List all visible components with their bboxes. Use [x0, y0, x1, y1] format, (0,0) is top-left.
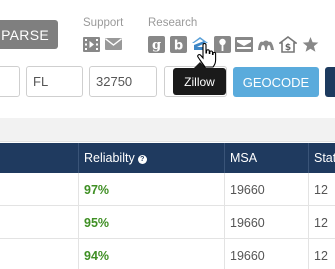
stat-cell: 12	[308, 239, 335, 269]
geocode-button[interactable]: GEOCODE	[233, 67, 319, 97]
address-parser-app: PARSE Support Research g b $ FL 32750 GE…	[0, 0, 335, 269]
city-field[interactable]	[0, 66, 20, 97]
svg-text:$: $	[285, 43, 291, 53]
zillow-tooltip: Zillow	[173, 68, 226, 95]
msa-column-header[interactable]: MSA	[224, 143, 308, 173]
m-icon[interactable]	[257, 35, 275, 53]
support-icons	[82, 35, 122, 53]
reliability-cell: 97%	[78, 173, 224, 206]
help-icon[interactable]: ?	[137, 155, 147, 164]
hand-cursor-icon	[197, 43, 217, 68]
msa-cell: 19660	[224, 206, 308, 239]
table-row: 97% 19660 12	[0, 173, 335, 206]
stat-cell: 12	[308, 173, 335, 206]
research-group-label: Research	[148, 17, 198, 29]
table-header: Reliabilty? MSA Stat	[0, 143, 335, 173]
separator-band	[0, 118, 335, 142]
results-table: Reliabilty? MSA Stat 97% 19660 12 95% 19…	[0, 143, 335, 269]
stat-cell: 12	[308, 206, 335, 239]
research-icons: g b $	[147, 35, 319, 53]
google-icon[interactable]: g	[147, 35, 165, 53]
stat-column-header[interactable]: Stat	[308, 143, 335, 173]
dollar-house-icon[interactable]: $	[279, 35, 297, 53]
star-icon[interactable]	[301, 35, 319, 53]
table-row: 94% 19660 12	[0, 239, 335, 269]
table-row: 95% 19660 12	[0, 206, 335, 239]
secondary-button[interactable]	[325, 67, 335, 97]
svg-text:b: b	[173, 38, 182, 53]
envelope-icon[interactable]	[235, 35, 253, 53]
state-field[interactable]: FL	[26, 66, 83, 97]
bing-icon[interactable]: b	[169, 35, 187, 53]
reliability-column-header[interactable]: Reliabilty?	[78, 143, 224, 173]
parse-button[interactable]: PARSE	[0, 20, 58, 49]
mail-icon[interactable]	[104, 35, 122, 53]
reliability-cell: 94%	[78, 239, 224, 269]
video-icon[interactable]	[82, 35, 100, 53]
zip-field[interactable]: 32750	[89, 66, 157, 97]
support-group-label: Support	[83, 17, 124, 29]
reliability-cell: 95%	[78, 206, 224, 239]
svg-text:g: g	[151, 38, 160, 53]
reliability-header-label: Reliabilty	[84, 151, 135, 165]
msa-cell: 19660	[224, 239, 308, 269]
msa-cell: 19660	[224, 173, 308, 206]
toolbar: PARSE Support Research g b $ FL 32750 GE…	[0, 0, 335, 118]
